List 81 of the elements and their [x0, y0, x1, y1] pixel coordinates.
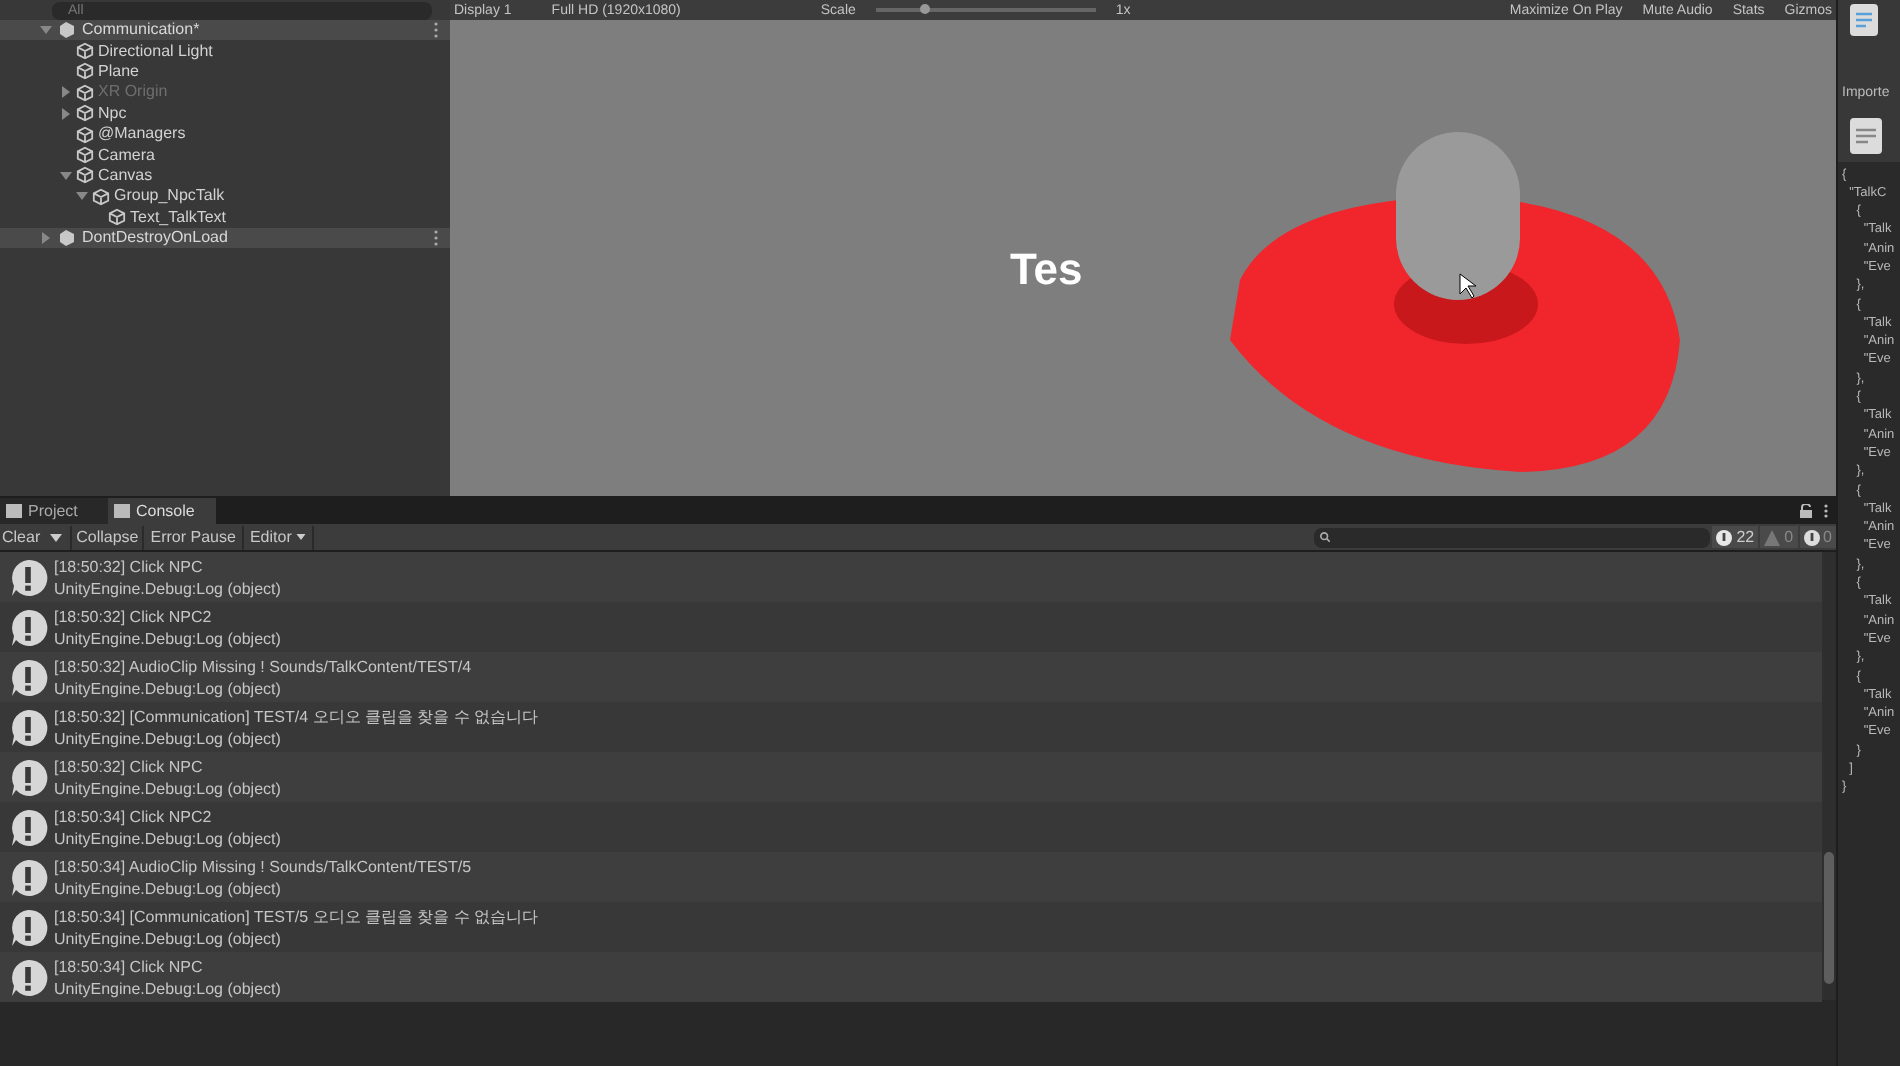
- log-trace: UnityEngine.Debug:Log (object): [54, 927, 283, 949]
- info-icon: [8, 657, 48, 697]
- count-toggle[interactable]: 22: [1712, 526, 1759, 548]
- scene-header[interactable]: Communication*: [0, 20, 450, 41]
- cube-icon: [76, 42, 94, 61]
- log-message: [18:50:34] [Communication] TEST/5 오디오 클립을 찾을 수 없습니다: [54, 905, 539, 927]
- caret-icon[interactable]: [60, 169, 72, 182]
- info-icon: [8, 707, 48, 747]
- log-message: [18:50:32] Click NPC2: [54, 605, 214, 627]
- info-icon: [8, 857, 48, 897]
- scrollbar[interactable]: [1822, 552, 1836, 1000]
- console-search-field[interactable]: [1314, 527, 1711, 547]
- log-entry[interactable]: [18:50:32] Click NPC UnityEngine.Debug:Log (object): [0, 752, 1822, 802]
- cube-icon: [76, 146, 94, 165]
- cube-icon: [108, 208, 126, 227]
- hierarchy-item[interactable]: Text_TalkText: [130, 209, 227, 226]
- scene-name: DontDestroyOnLoad: [82, 230, 228, 247]
- log-message: [18:50:32] Click NPC: [54, 555, 205, 577]
- log-message: [18:50:32] [Communication] TEST/4 오디오 클립을 찾을 수 없습니다: [54, 705, 539, 727]
- log-message: [18:50:34] Click NPC: [54, 955, 205, 977]
- file-icon: [1850, 117, 1882, 153]
- hierarchy-item[interactable]: Plane: [98, 63, 139, 80]
- file-icon: [1850, 4, 1878, 36]
- cube-icon: [76, 104, 94, 123]
- panel-tab[interactable]: Project: [0, 498, 108, 524]
- scene-icon: [58, 230, 76, 247]
- log-trace: UnityEngine.Debug:Log (object): [54, 877, 283, 899]
- info-icon: [8, 557, 48, 597]
- caret-icon[interactable]: [50, 533, 63, 541]
- warning-icon: [1764, 529, 1781, 545]
- log-entry[interactable]: [18:50:34] Click NPC UnityEngine.Debug:Log (object): [0, 952, 1822, 1002]
- log-entry[interactable]: [18:50:34] Click NPC2 UnityEngine.Debug:Log (object): [0, 802, 1822, 852]
- cube-icon: [92, 187, 110, 206]
- log-trace: UnityEngine.Debug:Log (object): [54, 727, 283, 749]
- collapse-button[interactable]: Collapse: [70, 525, 143, 549]
- scene-header[interactable]: DontDestroyOnLoad: [0, 227, 450, 249]
- ui-text: Tes: [1010, 242, 1083, 298]
- panel-tab[interactable]: Console: [108, 498, 216, 524]
- log-trace: UnityEngine.Debug:Log (object): [54, 627, 281, 649]
- cube-icon: [76, 62, 94, 81]
- log-trace: UnityEngine.Debug:Log (object): [54, 777, 281, 799]
- log-entry[interactable]: [18:50:32] AudioClip Missing ! Sounds/TalkContent/TEST/4 UnityEngine.Debug:Log (object): [0, 652, 1822, 702]
- cube-icon: [76, 166, 94, 185]
- log-entry[interactable]: [18:50:32] Click NPC UnityEngine.Debug:Log (object): [0, 552, 1822, 602]
- log-message: [18:50:32] AudioClip Missing ! Sounds/TalkContent/TEST/4: [54, 655, 472, 677]
- scale-thumb[interactable]: [919, 4, 930, 14]
- lock-icon[interactable]: [1800, 504, 1812, 518]
- hierarchy-item[interactable]: @Managers: [98, 126, 186, 143]
- hierarchy-item[interactable]: Directional Light: [98, 43, 213, 60]
- log-message: [18:50:34] AudioClip Missing ! Sounds/TalkContent/TEST/5: [54, 855, 472, 877]
- log-entry[interactable]: [18:50:34] AudioClip Missing ! Sounds/TalkContent/TEST/5 UnityEngine.Debug:Log (object): [0, 852, 1822, 902]
- caret-icon[interactable]: [60, 107, 72, 120]
- caret-icon: [295, 534, 306, 540]
- info-icon: [8, 807, 48, 847]
- editor-dropdown[interactable]: Editor: [241, 525, 314, 549]
- log-message: [18:50:32] Click NPC: [54, 755, 205, 777]
- info-icon: [1716, 529, 1733, 545]
- cube-icon: [76, 83, 94, 102]
- error-icon: [1803, 529, 1820, 545]
- info-icon: [8, 957, 48, 997]
- hierarchy-item[interactable]: Camera: [98, 147, 155, 164]
- log-entry[interactable]: [18:50:34] [Communication] TEST/5 오디오 클립을 찾을 수 없습니다 UnityEngine.Debug:Log (object): [0, 902, 1822, 952]
- log-trace: UnityEngine.Debug:Log (object): [54, 977, 281, 999]
- search-icon: [1320, 532, 1331, 542]
- hierarchy-item[interactable]: Group_NpcTalk: [114, 188, 225, 205]
- log-trace: UnityEngine.Debug:Log (object): [54, 677, 283, 699]
- error-pause-button[interactable]: Error Pause: [142, 525, 242, 549]
- log-entry[interactable]: [18:50:32] Click NPC2 UnityEngine.Debug:Log (object): [0, 602, 1822, 652]
- log-entry[interactable]: [18:50:32] [Communication] TEST/4 오디오 클립을 찾을 수 없습니다 UnityEngine.Debug:Log (object): [0, 702, 1822, 752]
- clear-button[interactable]: Clear: [0, 525, 43, 549]
- log-message: [18:50:34] Click NPC2: [54, 805, 214, 827]
- caret-icon[interactable]: [76, 190, 88, 203]
- log-trace: UnityEngine.Debug:Log (object): [54, 827, 281, 849]
- scene-name: Communication*: [82, 22, 200, 39]
- info-icon: [8, 757, 48, 797]
- cube-icon: [76, 125, 94, 144]
- hierarchy-item[interactable]: Npc: [98, 105, 127, 122]
- info-icon: [8, 607, 48, 647]
- hierarchy-item[interactable]: Canvas: [98, 167, 153, 184]
- log-trace: UnityEngine.Debug:Log (object): [54, 577, 281, 599]
- info-icon: [8, 907, 48, 947]
